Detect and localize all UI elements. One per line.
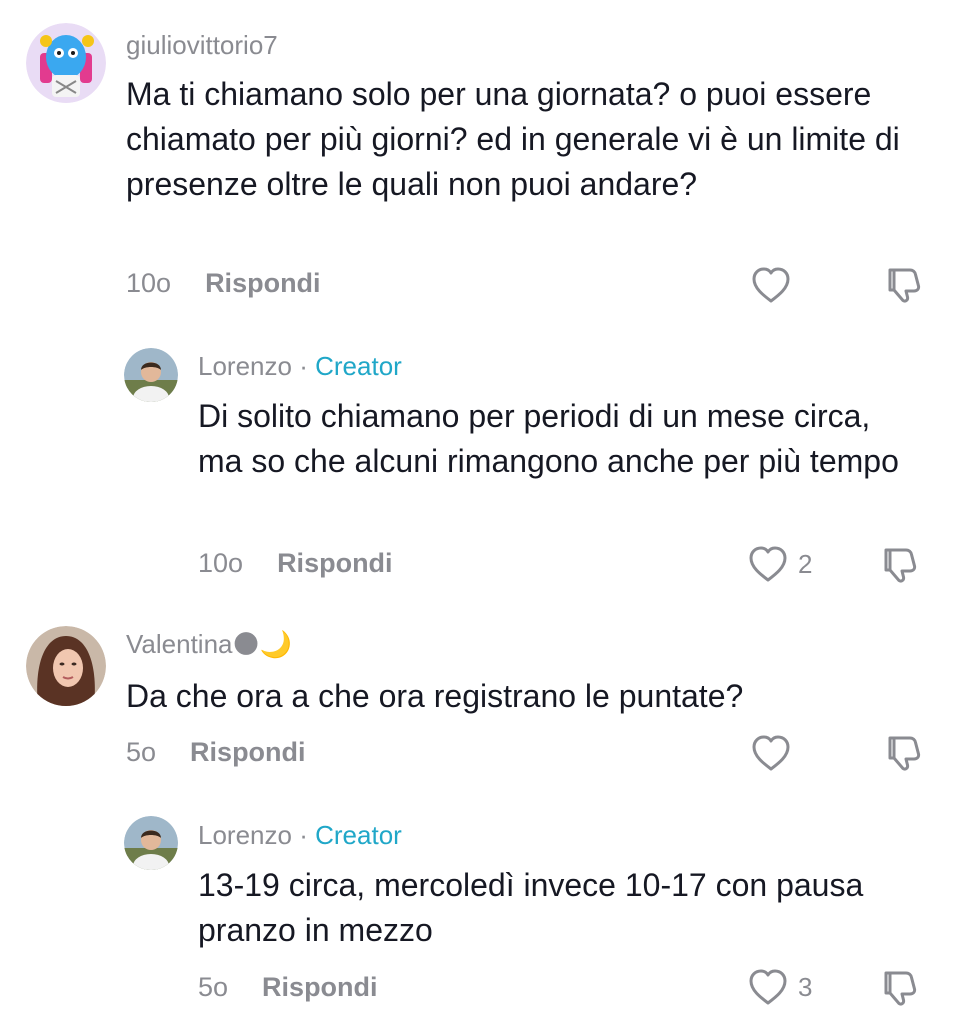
like-count: 3: [798, 971, 813, 1002]
like-button[interactable]: 2: [748, 545, 812, 583]
comment-time: 5o: [126, 737, 157, 767]
avatar[interactable]: [124, 816, 178, 870]
separator-dot: ·: [299, 820, 308, 850]
comment-username[interactable]: Lorenzo: [198, 351, 292, 381]
like-button[interactable]: 3: [748, 968, 812, 1006]
reply-item: Lorenzo · Creator 13-19 circa, mercoledì…: [0, 800, 959, 1024]
comment-text: 13-19 circa, mercoledì invece 10-17 con …: [198, 867, 864, 948]
dislike-button[interactable]: [884, 266, 924, 304]
thumbs-down-outline-icon: [884, 971, 917, 1006]
thumbs-down-outline-icon: [884, 548, 917, 583]
comment-item: giuliovittorio7 Ma ti chiamano solo per …: [0, 0, 959, 320]
comment-username[interactable]: giuliovittorio7: [126, 30, 278, 61]
dislike-button[interactable]: [880, 969, 920, 1007]
comment-meta: 10o Rispondi: [198, 548, 393, 579]
comment-meta: 5o Rispondi: [126, 737, 306, 768]
dislike-button[interactable]: [880, 546, 920, 584]
comment-time: 5o: [198, 972, 229, 1002]
comment-username[interactable]: Lorenzo: [198, 820, 292, 850]
dislike-button[interactable]: [884, 734, 924, 772]
comment-time: 10o: [126, 268, 172, 298]
reply-button[interactable]: Rispondi: [205, 268, 321, 298]
avatar[interactable]: [124, 348, 178, 402]
heart-outline-icon: [752, 267, 790, 303]
avatar[interactable]: [26, 23, 106, 103]
thumbs-down-outline-icon: [888, 736, 921, 771]
comment-text: Da che ora a che ora registrano le punta…: [126, 678, 744, 714]
comment-username[interactable]: Valentina🌑🌙: [126, 629, 292, 660]
avatar[interactable]: [26, 626, 106, 706]
like-count: 2: [798, 548, 813, 579]
like-button[interactable]: [751, 734, 801, 772]
creator-badge: Creator: [315, 351, 402, 381]
heart-outline-icon: [752, 735, 790, 771]
comment-meta: 10o Rispondi: [126, 268, 321, 299]
comment-meta: 5o Rispondi: [198, 972, 378, 1003]
like-button[interactable]: [751, 266, 801, 304]
comment-item: Valentina🌑🌙 Da che ora a che ora registr…: [0, 600, 959, 800]
reply-button[interactable]: Rispondi: [190, 737, 306, 767]
comment-username-row: Lorenzo · Creator: [198, 351, 402, 382]
creator-badge: Creator: [315, 820, 402, 850]
reply-button[interactable]: Rispondi: [277, 548, 393, 578]
comment-username-row: Lorenzo · Creator: [198, 820, 402, 851]
heart-outline-icon: [749, 969, 787, 1005]
reply-item: Lorenzo · Creator Di solito chiamano per…: [0, 320, 959, 600]
comment-text: Di solito chiamano per periodi di un mes…: [198, 398, 899, 479]
heart-outline-icon: [749, 546, 787, 582]
separator-dot: ·: [299, 351, 308, 381]
reply-button[interactable]: Rispondi: [262, 972, 378, 1002]
comment-text: Ma ti chiamano solo per una giornata? o …: [126, 76, 900, 202]
thumbs-down-outline-icon: [888, 268, 921, 303]
comment-time: 10o: [198, 548, 244, 578]
